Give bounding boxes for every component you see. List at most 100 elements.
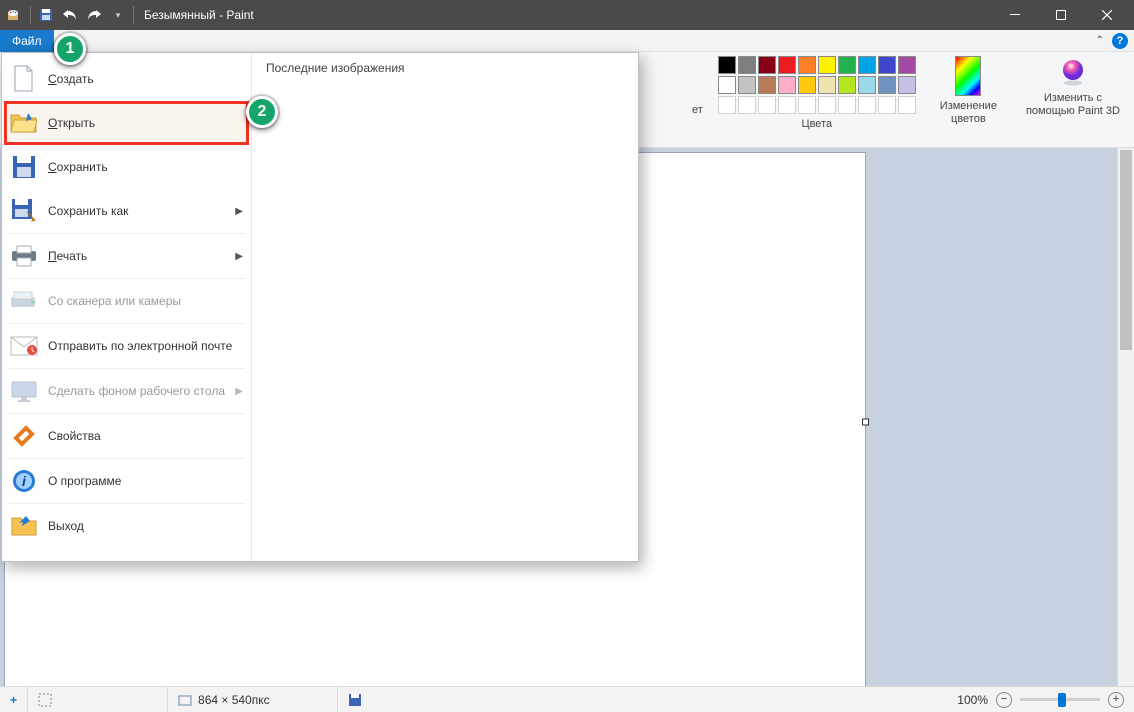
paint3d-label: Изменить с помощью Paint 3D [1026,92,1120,117]
empty-swatch[interactable] [758,96,776,114]
color-swatch[interactable] [738,56,756,74]
color-swatch[interactable] [818,56,836,74]
color-swatch[interactable] [878,56,896,74]
color-swatch[interactable] [778,76,796,94]
properties-icon [10,422,38,450]
colors-group-label: Цвета [801,118,832,131]
empty-swatch[interactable] [878,96,896,114]
file-menu-email-label: Отправить по электронной почте [48,339,243,353]
undo-icon[interactable] [59,4,81,26]
palette-row-1 [718,56,916,74]
rainbow-icon [955,56,981,96]
color-swatch[interactable] [758,76,776,94]
save-as-icon [10,197,38,225]
chevron-right-icon: ▶ [235,386,243,397]
zoom-slider-thumb[interactable] [1058,693,1066,707]
file-menu-left: Создать Открыть Сохранить Сохранить как … [2,53,252,561]
file-menu-recent: Последние изображения [252,53,638,561]
color-swatch[interactable] [798,56,816,74]
chevron-right-icon: ▶ [235,206,243,217]
color-swatch[interactable] [898,76,916,94]
color-swatch[interactable] [798,76,816,94]
file-menu-save[interactable]: Сохранить [2,145,251,189]
color-swatch[interactable] [758,56,776,74]
paint3d-icon [1057,56,1089,88]
edit-colors-label: Изменение цветов [940,100,997,125]
paint-3d-button[interactable]: Изменить с помощью Paint 3D [1012,52,1134,117]
window-title: Безымянный - Paint [144,8,254,22]
info-icon: i [10,467,38,495]
ribbon-tab-row: Файл ⌃ ? [0,30,1134,52]
empty-swatch[interactable] [778,96,796,114]
email-icon [10,332,38,360]
crosshair-icon: + [10,693,17,707]
color-swatch[interactable] [718,56,736,74]
title-bar: ▾ Безымянный - Paint [0,0,1134,30]
new-file-icon [10,65,38,93]
minimize-button[interactable] [992,0,1038,30]
colors-group: Цвета [708,52,926,131]
color-swatch[interactable] [858,76,876,94]
file-menu-open-label: Открыть [48,116,243,130]
color-swatch[interactable] [818,76,836,94]
scrollbar-thumb[interactable] [1120,150,1132,350]
file-menu: Создать Открыть Сохранить Сохранить как … [1,52,639,562]
file-menu-wallpaper-label: Сделать фоном рабочего стола [48,384,225,398]
close-button[interactable] [1084,0,1130,30]
color-swatch[interactable] [778,56,796,74]
vertical-scrollbar[interactable] [1117,148,1134,686]
file-menu-print-label: Печать [48,249,225,263]
color-swatch[interactable] [878,76,896,94]
file-menu-new-label: Создать [48,72,243,86]
file-menu-print[interactable]: Печать ▶ [2,234,251,278]
file-menu-new[interactable]: Создать [2,57,251,101]
file-menu-about[interactable]: i О программе [2,459,251,503]
file-menu-from-scanner[interactable]: Со сканера или камеры [2,279,251,323]
redo-icon[interactable] [83,4,105,26]
quick-access-toolbar: ▾ [4,4,136,26]
canvas-size-icon [178,693,192,707]
save-icon[interactable] [35,4,57,26]
empty-swatch[interactable] [858,96,876,114]
empty-swatch[interactable] [738,96,756,114]
file-menu-send-email[interactable]: Отправить по электронной почте [2,324,251,368]
color-swatch[interactable] [838,76,856,94]
maximize-button[interactable] [1038,0,1084,30]
file-menu-exit-label: Выход [48,519,243,533]
qat-customize-icon[interactable]: ▾ [107,4,129,26]
help-icon[interactable]: ? [1112,33,1128,49]
file-menu-save-label: Сохранить [48,160,243,174]
empty-swatch[interactable] [838,96,856,114]
palette-row-2 [718,76,916,94]
file-menu-set-wallpaper[interactable]: Сделать фоном рабочего стола ▶ [2,369,251,413]
empty-swatch[interactable] [718,96,736,114]
app-icon[interactable] [4,4,26,26]
color-swatch[interactable] [718,76,736,94]
disk-icon [348,693,362,707]
annotation-1: 1 [54,33,86,65]
zoom-out-button[interactable]: − [996,692,1012,708]
zoom-in-button[interactable]: + [1108,692,1124,708]
color-swatch[interactable] [738,76,756,94]
empty-swatch[interactable] [798,96,816,114]
zoom-slider[interactable] [1020,698,1100,701]
cursor-pos-segment: + [0,687,28,712]
file-menu-properties[interactable]: Свойства [2,414,251,458]
annotation-2: 2 [246,96,278,128]
file-menu-scanner-label: Со сканера или камеры [48,294,243,308]
truncated-group-label: ет [692,52,707,117]
qat-separator [30,6,31,24]
empty-swatch[interactable] [818,96,836,114]
collapse-ribbon-icon[interactable]: ⌃ [1096,35,1104,46]
desktop-icon [10,377,38,405]
empty-swatch[interactable] [898,96,916,114]
color-swatch[interactable] [838,56,856,74]
file-menu-saveas[interactable]: Сохранить как ▶ [2,189,251,233]
file-menu-exit[interactable]: Выход [2,504,251,548]
color-swatch[interactable] [898,56,916,74]
color-swatch[interactable] [858,56,876,74]
file-menu-open[interactable]: Открыть [2,101,251,145]
file-tab[interactable]: Файл [0,30,54,52]
edit-colors-button[interactable]: Изменение цветов [926,52,1011,125]
recent-images-header: Последние изображения [266,61,624,75]
